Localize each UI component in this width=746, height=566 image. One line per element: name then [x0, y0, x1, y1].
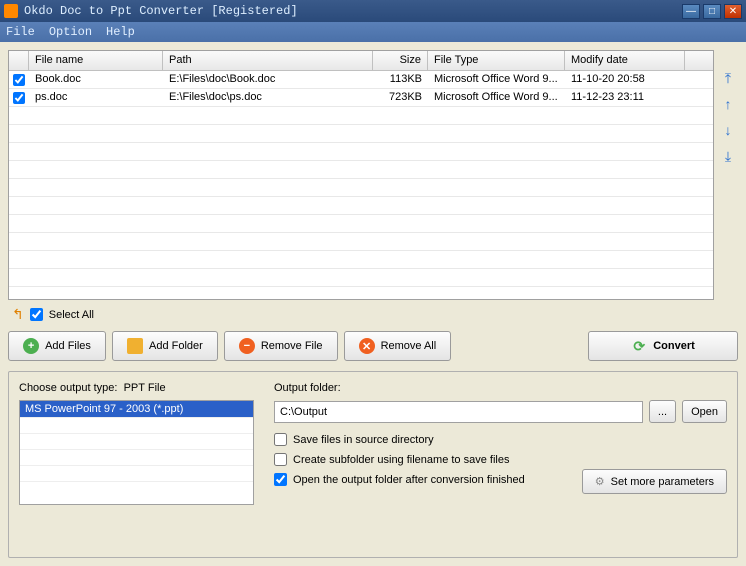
open-button[interactable]: Open [682, 400, 727, 423]
remove-file-label: Remove File [261, 340, 323, 352]
x-icon: ✕ [359, 338, 375, 354]
reorder-arrows: ⤒ ↑ ↓ ⤓ [718, 50, 738, 300]
add-folder-label: Add Folder [149, 340, 203, 352]
browse-button[interactable]: ... [649, 400, 676, 423]
move-down-icon[interactable]: ↓ [720, 122, 736, 138]
minus-icon: − [239, 338, 255, 354]
add-files-label: Add Files [45, 340, 91, 352]
gear-icon: ⚙ [595, 475, 605, 488]
add-folder-button[interactable]: Add Folder [112, 331, 218, 361]
create-subfolder-checkbox[interactable] [274, 453, 287, 466]
grid-header: File name Path Size File Type Modify dat… [9, 51, 713, 71]
convert-icon: ⟳ [631, 338, 647, 354]
move-bottom-icon[interactable]: ⤓ [720, 148, 736, 164]
header-modifydate[interactable]: Modify date [565, 51, 685, 70]
menu-file[interactable]: File [6, 25, 35, 39]
convert-label: Convert [653, 340, 695, 352]
minimize-button[interactable]: — [682, 4, 700, 19]
output-folder-input[interactable] [274, 401, 643, 423]
row-checkbox[interactable] [13, 92, 25, 104]
header-size[interactable]: Size [373, 51, 428, 70]
titlebar: Okdo Doc to Ppt Converter [Registered] —… [0, 0, 746, 22]
folder-icon [127, 338, 143, 354]
header-path[interactable]: Path [163, 51, 373, 70]
output-folder-label: Output folder: [274, 382, 727, 394]
cell-path: E:\Files\doc\ps.doc [163, 89, 373, 106]
cell-date: 11-12-23 23:11 [565, 89, 685, 106]
window-title: Okdo Doc to Ppt Converter [Registered] [24, 4, 682, 18]
save-source-label: Save files in source directory [293, 434, 434, 446]
select-all-checkbox[interactable] [30, 308, 43, 321]
remove-file-button[interactable]: − Remove File [224, 331, 338, 361]
convert-button[interactable]: ⟳ Convert [588, 331, 738, 361]
menu-option[interactable]: Option [49, 25, 92, 39]
header-filetype[interactable]: File Type [428, 51, 565, 70]
create-subfolder-label: Create subfolder using filename to save … [293, 454, 509, 466]
plus-icon: + [23, 338, 39, 354]
add-files-button[interactable]: + Add Files [8, 331, 106, 361]
remove-all-label: Remove All [381, 340, 437, 352]
row-checkbox[interactable] [13, 74, 25, 86]
cell-name: ps.doc [29, 89, 163, 106]
cell-size: 113KB [373, 71, 428, 88]
bottom-panel: Choose output type: PPT File MS PowerPoi… [8, 371, 738, 558]
more-parameters-button[interactable]: ⚙ Set more parameters [582, 469, 727, 494]
more-parameters-label: Set more parameters [611, 476, 714, 488]
cell-type: Microsoft Office Word 9... [428, 89, 565, 106]
cell-path: E:\Files\doc\Book.doc [163, 71, 373, 88]
cell-name: Book.doc [29, 71, 163, 88]
open-after-label: Open the output folder after conversion … [293, 474, 525, 486]
cell-date: 11-10-20 20:58 [565, 71, 685, 88]
menu-help[interactable]: Help [106, 25, 135, 39]
maximize-button[interactable]: □ [703, 4, 721, 19]
table-row[interactable]: Book.docE:\Files\doc\Book.doc113KBMicros… [9, 71, 713, 89]
open-after-checkbox[interactable] [274, 473, 287, 486]
cell-type: Microsoft Office Word 9... [428, 71, 565, 88]
close-button[interactable]: ✕ [724, 4, 742, 19]
remove-all-button[interactable]: ✕ Remove All [344, 331, 452, 361]
save-source-checkbox[interactable] [274, 433, 287, 446]
menubar: File Option Help [0, 22, 746, 42]
folder-up-icon[interactable]: ↰ [12, 306, 24, 323]
cell-size: 723KB [373, 89, 428, 106]
content-area: File name Path Size File Type Modify dat… [0, 42, 746, 566]
table-row[interactable]: ps.docE:\Files\doc\ps.doc723KBMicrosoft … [9, 89, 713, 107]
output-type-list[interactable]: MS PowerPoint 97 - 2003 (*.ppt) [19, 400, 254, 505]
move-top-icon[interactable]: ⤒ [720, 70, 736, 86]
select-all-label: Select All [49, 309, 94, 321]
output-type-label: Choose output type: PPT File [19, 382, 254, 394]
app-icon [4, 4, 18, 18]
header-filename[interactable]: File name [29, 51, 163, 70]
move-up-icon[interactable]: ↑ [720, 96, 736, 112]
file-grid[interactable]: File name Path Size File Type Modify dat… [8, 50, 714, 300]
output-type-item[interactable]: MS PowerPoint 97 - 2003 (*.ppt) [20, 401, 253, 417]
